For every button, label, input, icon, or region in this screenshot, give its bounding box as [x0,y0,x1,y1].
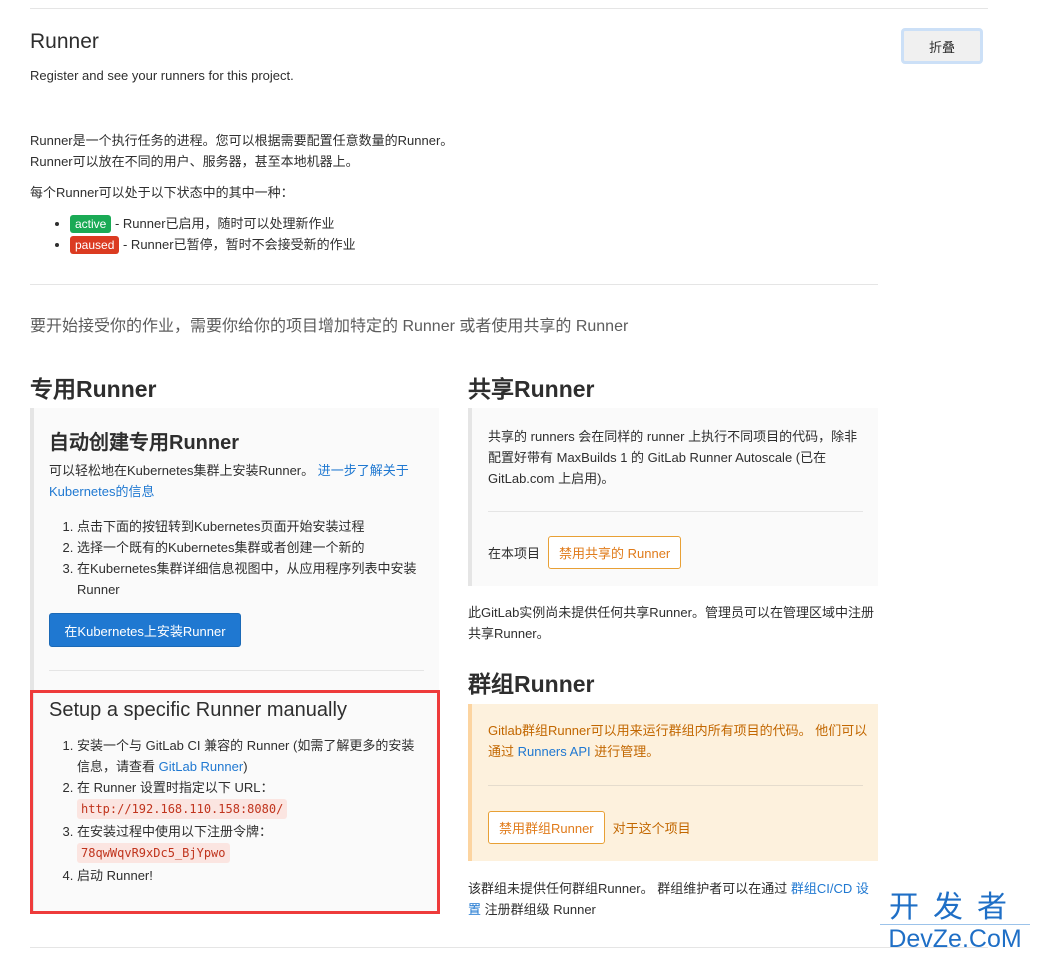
manual-setup-section: Setup a specific Runner manually 安装一个与 G… [30,690,440,914]
states-intro: 每个Runner可以处于以下状态中的其中一种： [30,185,294,200]
auto-create-steps: 点击下面的按钮转到Kubernetes页面开始安装过程 选择一个既有的Kuber… [49,516,429,600]
manual-step-4: 启动 Runner! [77,865,424,886]
disable-group-runners-button[interactable]: 禁用群组Runner [488,811,605,844]
install-on-kubernetes-button[interactable]: 在Kubernetes上安装Runner [49,613,241,647]
group-runners-title: 群组Runner [468,671,595,697]
intro-line-1: Runner是一个执行任务的进程。您可以根据需要配置任意数量的Runner。 [30,133,454,148]
group-row-suffix: 对于这个项目 [612,821,691,836]
panel-divider [488,511,863,512]
panel-divider [49,670,424,671]
auto-step: 在Kubernetes集群详细信息视图中，从应用程序列表中安装Runner [77,558,429,600]
auto-create-desc: 可以轻松地在Kubernetes集群上安装Runner。 进一步了解关于Kube… [49,460,429,502]
group-runners-desc: Gitlab群组Runner可以用来运行群组内所有项目的代码。 他们可以通过 R… [488,720,868,762]
auto-create-desc-text: 可以轻松地在Kubernetes集群上安装Runner。 [49,463,318,478]
status-item-active: active - Runner已启用，随时可以处理新作业 [70,213,870,234]
group-note-text: 该群组未提供任何群组Runner。 群组维护者可以在通过 [468,881,791,896]
auto-create-title: 自动创建专用Runner [49,432,239,454]
manual-step-1: 安装一个与 GitLab CI 兼容的 Runner (如需了解更多的安装信息，… [77,735,424,777]
lead-text: 要开始接受你的作业，需要你给你的项目增加特定的 Runner 或者使用共享的 R… [30,318,629,335]
shared-runners-desc: 共享的 runners 会在同样的 runner 上执行不同项目的代码，除非配置… [488,429,858,486]
manual-step-3-text: 在安装过程中使用以下注册令牌： [77,824,273,839]
group-note-suffix: 注册群组级 Runner [481,902,596,917]
section-title: Runner [30,30,99,53]
manual-setup-steps: 安装一个与 GitLab CI 兼容的 Runner (如需了解更多的安装信息，… [49,735,424,886]
disable-shared-runners-button[interactable]: 禁用共享的 Runner [548,536,682,569]
runner-url-code[interactable]: http://192.168.110.158:8080/ [77,799,288,819]
group-runners-panel: Gitlab群组Runner可以用来运行群组内所有项目的代码。 他们可以通过 R… [468,704,878,861]
watermark-en: DevZe.CoM [880,924,1030,953]
collapse-button[interactable]: 折叠 [901,28,983,64]
manual-step-3: 在安装过程中使用以下注册令牌： 78qwWqvR9xDc5_BjYpwo [77,821,424,865]
registration-token-code[interactable]: 78qwWqvR9xDc5_BjYpwo [77,843,230,863]
shared-runners-note: 此GitLab实例尚未提供任何共享Runner。管理员可以在管理区域中注册共享R… [468,605,874,641]
active-badge: active [70,215,112,233]
manual-setup-title: Setup a specific Runner manually [49,699,347,721]
group-runners-note: 该群组未提供任何群组Runner。 群组维护者可以在通过 群组CI/CD 设置 … [468,878,878,920]
manual-step-2: 在 Runner 设置时指定以下 URL： http://192.168.110.… [77,777,424,821]
shared-runners-panel: 共享的 runners 会在同样的 runner 上执行不同项目的代码，除非配置… [468,408,878,586]
status-item-paused: paused - Runner已暂停，暂时不会接受新的作业 [70,234,870,255]
gitlab-runner-link[interactable]: GitLab Runner [159,759,244,774]
manual-step-1-suffix: ) [243,759,248,774]
panel-divider [488,785,863,786]
auto-step: 点击下面的按钮转到Kubernetes页面开始安装过程 [77,516,429,537]
specific-runners-title: 专用Runner [30,376,157,402]
paused-badge: paused [70,236,120,254]
status-active-text: - Runner已启用，随时可以处理新作业 [111,216,335,231]
section-subtitle: Register and see your runners for this p… [30,68,294,83]
manual-step-2-text: 在 Runner 设置时指定以下 URL： [77,780,274,795]
top-divider [30,8,988,9]
intro-line-2: Runner可以放在不同的用户、服务器，甚至本地机器上。 [30,154,359,169]
status-paused-text: - Runner已暂停，暂时不会接受新的作业 [119,237,356,252]
middle-divider [30,284,878,285]
watermark-cn: 开发者 [889,891,1021,924]
group-desc-suffix: 进行管理。 [590,744,660,759]
shared-runners-title: 共享Runner [468,376,595,402]
watermark-logo: 开发者 DevZe.CoM [880,892,1030,953]
runner-intro: Runner是一个执行任务的进程。您可以根据需要配置任意数量的Runner。 R… [30,130,870,255]
group-runners-actions: 禁用群组Runner 对于这个项目 [488,811,691,844]
runners-api-link[interactable]: Runners API [518,744,591,759]
shared-runners-actions: 在本项目 禁用共享的 Runner [488,536,682,569]
status-list: active - Runner已启用，随时可以处理新作业 paused - Ru… [30,213,870,255]
bottom-divider [30,947,988,948]
auto-step: 选择一个既有的Kubernetes集群或者创建一个新的 [77,537,429,558]
shared-row-label: 在本项目 [488,546,541,561]
